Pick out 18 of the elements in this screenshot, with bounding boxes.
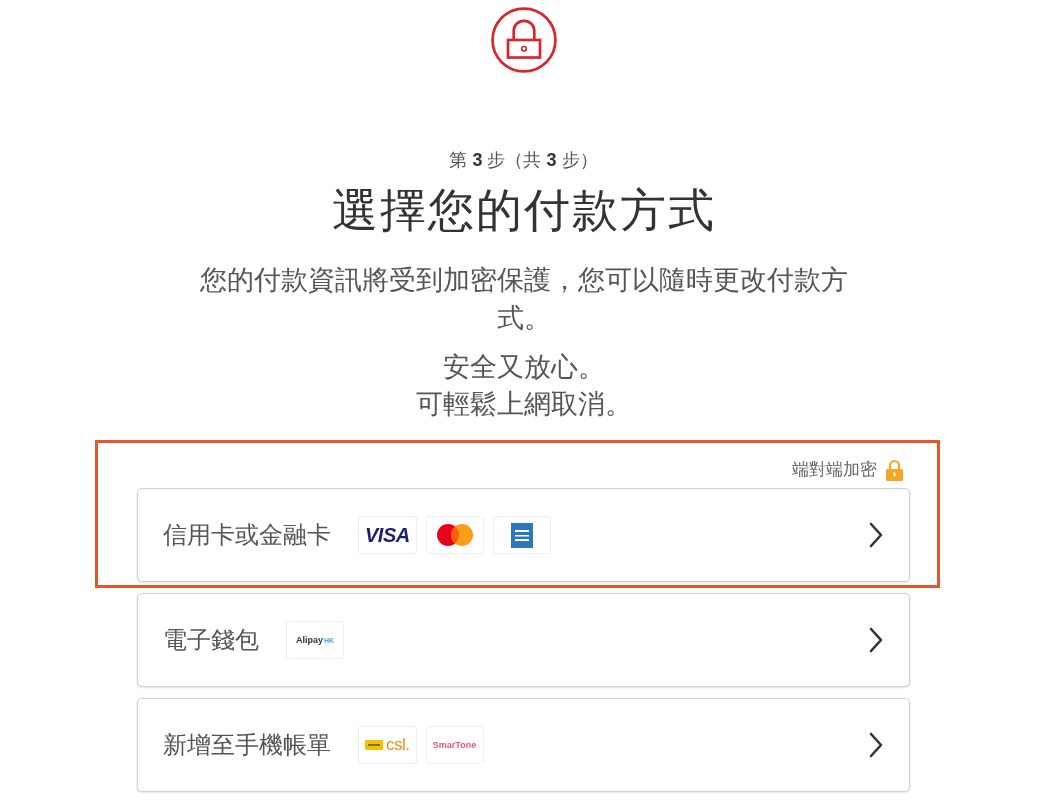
step-indicator: 第 3 步（共 3 步） [449,149,598,172]
page-title: 選擇您的付款方式 [331,183,716,238]
description-text: 您的付款資訊將受到加密保護，您可以隨時更改付款方式。 [198,264,849,335]
padlock-icon [886,459,903,481]
chevron-right-icon [869,522,883,548]
brand-wordmark: VISA [365,523,410,547]
padlock-circle-icon [490,7,557,73]
payment-option[interactable]: 新增至手機帳單 csl. SmarTone [137,698,910,792]
assurance-text: 安全又放心。 [442,351,605,384]
encryption-note: 端對端加密 [792,459,877,481]
chevron-right-icon [869,627,883,653]
assurance-text: 可輕鬆上網取消。 [415,388,632,421]
badge-icon [365,740,383,750]
brand-wordmark: csl. [386,735,410,755]
brand-wordmark: SmarTone [432,740,477,750]
payment-option[interactable]: 信用卡或金融卡 VISA [137,488,910,582]
chevron-right-icon [869,732,883,758]
square-logo-icon [510,522,533,548]
